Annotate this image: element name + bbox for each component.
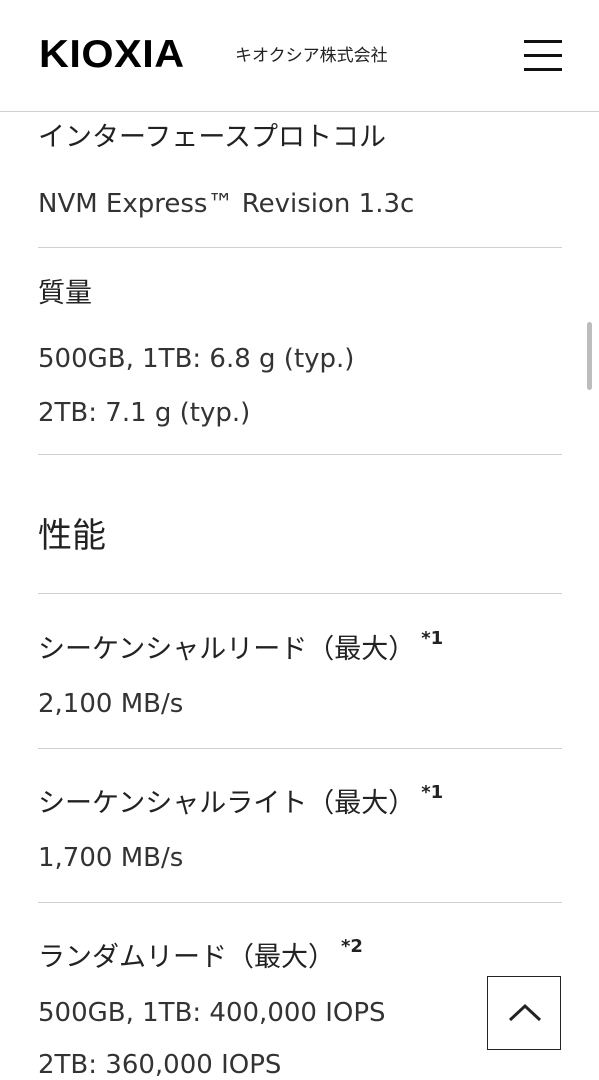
hamburger-menu-icon-line: [524, 68, 562, 71]
divider: [38, 748, 562, 749]
site-header: KIOXIA キオクシア株式会社: [0, 0, 599, 112]
hamburger-menu-icon-line: [524, 54, 562, 57]
footnote-marker[interactable]: *1: [421, 628, 443, 649]
perf-label-random-read: ランダムリード（最大） *2: [38, 929, 363, 976]
perf-label-random-read-text: ランダムリード（最大）: [38, 942, 335, 973]
divider: [38, 902, 562, 903]
back-to-top-button[interactable]: [487, 976, 561, 1050]
footnote-marker[interactable]: *1: [421, 782, 443, 803]
spec-label-weight: 質量: [38, 278, 92, 309]
perf-label-seq-write-text: シーケンシャルライト（最大）: [38, 788, 416, 819]
spec-value-interface: NVM Express™ Revision 1.3c: [38, 189, 415, 219]
divider: [38, 454, 562, 455]
perf-value-random-read-2: 2TB: 360,000 IOPS: [38, 1050, 282, 1080]
divider: [38, 247, 562, 248]
perf-label-seq-read: シーケンシャルリード（最大） *1: [38, 621, 443, 668]
perf-value-random-read-1: 500GB, 1TB: 400,000 IOPS: [38, 998, 386, 1028]
perf-value-seq-read: 2,100 MB/s: [38, 689, 184, 719]
spec-content: インターフェースプロトコル NVM Express™ Revision 1.3c…: [0, 112, 599, 1080]
spec-label-interface: インターフェースプロトコル: [38, 122, 387, 153]
perf-value-seq-write: 1,700 MB/s: [38, 843, 184, 873]
section-title-performance: 性能: [38, 516, 106, 556]
spec-value-weight-2: 2TB: 7.1 g (typ.): [38, 398, 251, 428]
hamburger-menu-icon: [524, 40, 562, 43]
scrollbar-thumb[interactable]: [587, 322, 592, 390]
perf-label-seq-write: シーケンシャルライト（最大） *1: [38, 775, 443, 822]
chevron-up-icon: [508, 1003, 542, 1022]
spec-value-weight-1: 500GB, 1TB: 6.8 g (typ.): [38, 344, 355, 374]
footnote-marker[interactable]: *2: [341, 936, 363, 957]
company-name: キオクシア株式会社: [235, 46, 388, 66]
menu-button[interactable]: [518, 34, 568, 78]
perf-label-seq-read-text: シーケンシャルリード（最大）: [38, 634, 416, 665]
kioxia-logo[interactable]: KIOXIA: [39, 30, 185, 80]
divider: [38, 593, 562, 594]
